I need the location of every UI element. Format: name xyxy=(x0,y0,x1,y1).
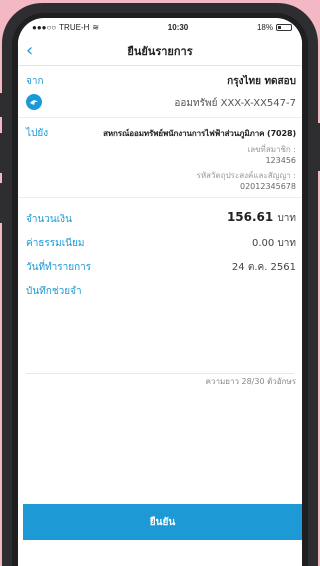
contract-code-value: 02012345678 xyxy=(240,182,296,191)
amount-unit: บาท xyxy=(277,213,296,224)
memo-input[interactable] xyxy=(26,302,294,374)
contract-code-label: รหัสวัตถุประสงค์และสัญญา : xyxy=(196,171,296,180)
fee-value: 0.00 บาท xyxy=(252,238,296,249)
confirm-button[interactable]: ยืนยัน xyxy=(23,504,302,540)
to-account-name: สหกรณ์ออมทรัพย์พนักงานการไฟฟ้าส่วนภูมิภา… xyxy=(103,129,296,138)
app-screen: ●●●○○ TRUE-H ≋ 10:30 18% ‹ ยืนยันรายการ … xyxy=(18,18,302,566)
fee-row: ค่าธรรมเนียม 0.00 บาท xyxy=(18,230,302,254)
fee-label: ค่าธรรมเนียม xyxy=(26,238,85,249)
from-label: จาก xyxy=(26,76,44,87)
date-row: วันที่ทำรายการ 24 ต.ค. 2561 xyxy=(18,254,302,278)
member-number-label: เลขที่สมาชิก : xyxy=(247,145,296,154)
date-label: วันที่ทำรายการ xyxy=(26,262,92,273)
memo-row: บันทึกช่วยจำ xyxy=(18,278,302,302)
status-bar: ●●●○○ TRUE-H ≋ 10:30 18% xyxy=(18,18,302,36)
memo-length-counter: ความยาว 28/30 ตัวอักษร xyxy=(205,377,296,386)
carrier-group: ●●●○○ TRUE-H ≋ xyxy=(32,23,99,32)
battery-icon xyxy=(275,23,292,31)
bank-logo-icon xyxy=(26,94,42,110)
memo-label: บันทึกช่วยจำ xyxy=(26,286,82,297)
from-account-name: กรุงไทย ทดสอบ xyxy=(227,76,296,87)
from-account-number: ออมทรัพย์ XXX-X-XX547-7 xyxy=(174,98,296,109)
amount-row: จำนวนเงิน 156.61 บาท xyxy=(18,206,302,230)
clock: 10:30 xyxy=(167,22,189,32)
amount-value-group: 156.61 บาท xyxy=(227,210,296,226)
carrier-name: TRUE-H xyxy=(59,22,90,32)
battery-group: 18% xyxy=(257,23,292,32)
from-account-section: จาก กรุงไทย ทดสอบ ออมทรัพย์ XXX-X-XX547-… xyxy=(18,66,302,118)
date-value: 24 ต.ค. 2561 xyxy=(231,262,296,273)
volume-down-button xyxy=(0,183,2,223)
to-label: ไปยัง xyxy=(26,128,49,139)
wifi-icon: ≋ xyxy=(92,22,100,32)
volume-up-button xyxy=(0,133,2,173)
mute-switch xyxy=(0,93,2,117)
amount-label: จำนวนเงิน xyxy=(26,214,72,225)
nav-bar: ‹ ยืนยันรายการ xyxy=(18,36,302,66)
signal-icon: ●●●○○ xyxy=(32,22,57,32)
to-account-section: ไปยัง สหกรณ์ออมทรัพย์พนักงานการไฟฟ้าส่วน… xyxy=(18,118,302,198)
battery-percent: 18% xyxy=(256,22,273,32)
back-chevron-icon[interactable]: ‹ xyxy=(26,40,33,61)
amount-value: 156.61 xyxy=(226,210,274,224)
page-title: ยืนยันรายการ xyxy=(127,44,193,58)
member-number-value: 123456 xyxy=(265,156,296,165)
